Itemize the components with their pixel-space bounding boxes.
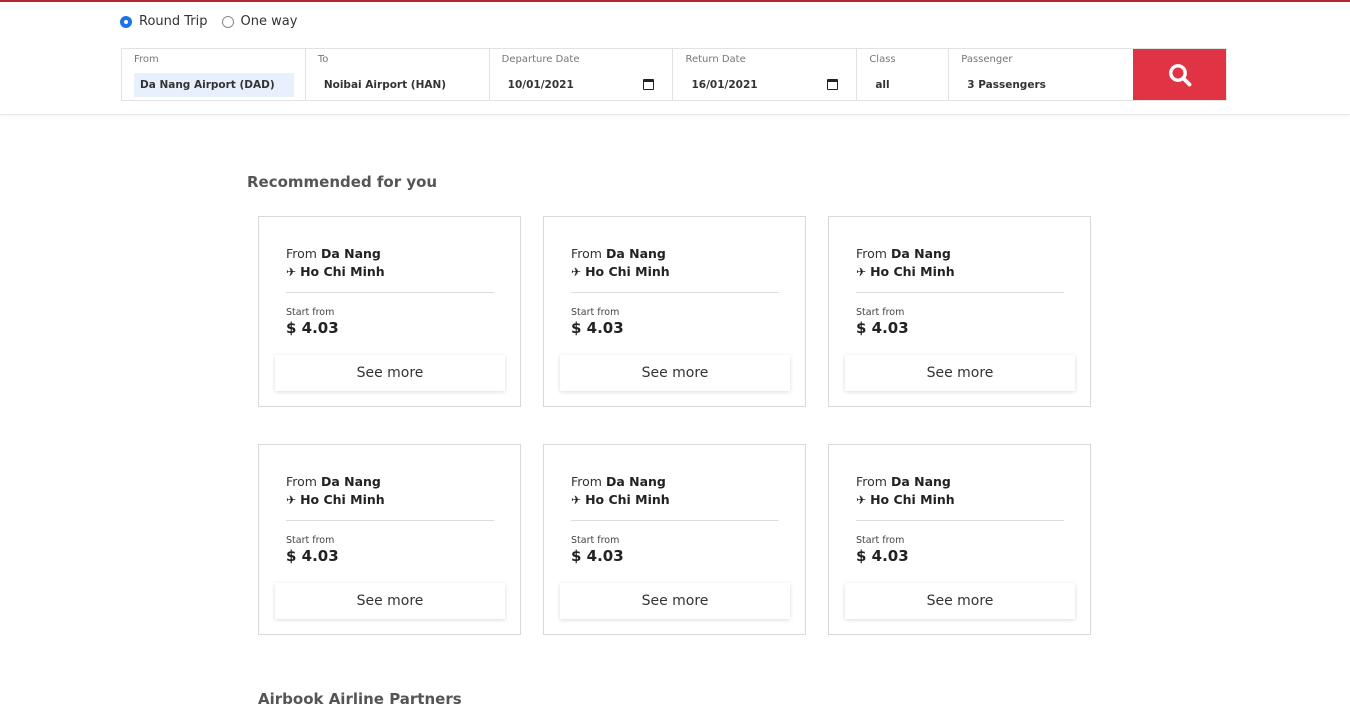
plane-icon: ✈ bbox=[856, 493, 867, 507]
flight-card: From Da Nang ✈ Ho Chi Minh Start from $ 4.03… bbox=[543, 216, 806, 407]
route-to: ✈ Ho Chi Minh bbox=[571, 263, 670, 281]
plane-icon: ✈ bbox=[856, 265, 867, 279]
see-more-button[interactable]: See more bbox=[275, 583, 505, 619]
from-city: Da Nang bbox=[605, 246, 666, 261]
route-from: From Da Nang bbox=[856, 245, 951, 263]
class-value[interactable]: all bbox=[869, 73, 889, 97]
to-label: To bbox=[317, 54, 329, 65]
class-field[interactable]: Class all bbox=[857, 49, 950, 100]
class-label: Class bbox=[869, 54, 896, 65]
see-more-button[interactable]: See more bbox=[560, 355, 790, 391]
to-field[interactable]: To Noibai Airport (HAN) bbox=[306, 49, 490, 100]
start-from-label: Start from bbox=[856, 307, 905, 318]
departure-date-value[interactable]: 10/01/2021 bbox=[502, 73, 574, 97]
search-button[interactable] bbox=[1133, 49, 1226, 100]
card-divider bbox=[856, 520, 1064, 521]
from-city: Da Nang bbox=[605, 474, 666, 489]
from-field[interactable]: From Da Nang Airport (DAD) bbox=[122, 49, 306, 100]
from-prefix: From bbox=[571, 246, 602, 261]
start-from-label: Start from bbox=[286, 535, 335, 546]
return-date-value[interactable]: 16/01/2021 bbox=[685, 73, 757, 97]
card-divider bbox=[571, 292, 779, 293]
from-label: From bbox=[134, 54, 159, 65]
card-divider bbox=[286, 292, 494, 293]
from-prefix: From bbox=[856, 474, 887, 489]
from-city: Da Nang bbox=[890, 474, 951, 489]
departure-date-field[interactable]: Departure Date 10/01/2021 bbox=[490, 49, 674, 100]
from-city: Da Nang bbox=[890, 246, 951, 261]
flight-card: From Da Nang ✈ Ho Chi Minh Start from $ 4.03… bbox=[258, 216, 521, 407]
route-to: ✈ Ho Chi Minh bbox=[286, 263, 385, 281]
flight-card: From Da Nang ✈ Ho Chi Minh Start from $ 4.03… bbox=[828, 444, 1091, 635]
price: $ 4.03 bbox=[856, 547, 909, 565]
radio-unchecked-icon[interactable] bbox=[221, 15, 234, 28]
card-divider bbox=[571, 520, 779, 521]
price: $ 4.03 bbox=[571, 547, 624, 565]
price: $ 4.03 bbox=[571, 319, 624, 337]
departure-date-label: Departure Date bbox=[501, 54, 580, 65]
to-city: Ho Chi Minh bbox=[300, 492, 385, 507]
route-from: From Da Nang bbox=[286, 245, 381, 263]
see-more-button[interactable]: See more bbox=[560, 583, 790, 619]
partners-title: Airbook Airline Partners bbox=[258, 690, 462, 708]
flight-search-bar: From Da Nang Airport (DAD) To Noibai Air… bbox=[121, 48, 1227, 101]
plane-icon: ✈ bbox=[286, 493, 297, 507]
card-divider bbox=[856, 292, 1064, 293]
route-to: ✈ Ho Chi Minh bbox=[856, 263, 955, 281]
route-from: From Da Nang bbox=[571, 473, 666, 491]
see-more-button[interactable]: See more bbox=[275, 355, 505, 391]
plane-icon: ✈ bbox=[571, 493, 582, 507]
recommended-title: Recommended for you bbox=[247, 173, 438, 191]
from-prefix: From bbox=[286, 246, 317, 261]
to-city: Ho Chi Minh bbox=[300, 264, 385, 279]
to-city: Ho Chi Minh bbox=[585, 264, 670, 279]
passenger-value[interactable]: 3 Passengers bbox=[961, 73, 1046, 97]
passenger-field[interactable]: Passenger 3 Passengers bbox=[949, 49, 1133, 100]
trip-type-selector: Round Trip One way bbox=[120, 14, 311, 29]
flight-card: From Da Nang ✈ Ho Chi Minh Start from $ 4.03… bbox=[828, 216, 1091, 407]
round-trip-radio[interactable]: Round Trip bbox=[120, 14, 208, 29]
round-trip-label: Round Trip bbox=[139, 14, 208, 29]
from-value[interactable]: Da Nang Airport (DAD) bbox=[134, 73, 294, 97]
to-city: Ho Chi Minh bbox=[870, 492, 955, 507]
start-from-label: Start from bbox=[856, 535, 905, 546]
search-icon bbox=[1168, 63, 1191, 86]
plane-icon: ✈ bbox=[571, 265, 582, 279]
route-to: ✈ Ho Chi Minh bbox=[856, 491, 955, 509]
from-prefix: From bbox=[856, 246, 887, 261]
start-from-label: Start from bbox=[571, 535, 620, 546]
radio-checked-icon[interactable] bbox=[120, 15, 132, 28]
from-city: Da Nang bbox=[320, 246, 381, 261]
plane-icon: ✈ bbox=[286, 265, 297, 279]
search-header: Round Trip One way From Da Nang Airport … bbox=[0, 2, 1350, 115]
calendar-icon[interactable] bbox=[643, 79, 655, 90]
start-from-label: Start from bbox=[286, 307, 335, 318]
to-city: Ho Chi Minh bbox=[585, 492, 670, 507]
one-way-label: One way bbox=[240, 14, 298, 29]
return-date-field[interactable]: Return Date 16/01/2021 bbox=[673, 49, 858, 100]
return-date-label: Return Date bbox=[685, 54, 746, 65]
price: $ 4.03 bbox=[286, 547, 339, 565]
route-from: From Da Nang bbox=[286, 473, 381, 491]
from-prefix: From bbox=[571, 474, 602, 489]
start-from-label: Start from bbox=[571, 307, 620, 318]
from-prefix: From bbox=[286, 474, 317, 489]
route-from: From Da Nang bbox=[856, 473, 951, 491]
flight-card: From Da Nang ✈ Ho Chi Minh Start from $ 4.03… bbox=[543, 444, 806, 635]
from-city: Da Nang bbox=[320, 474, 381, 489]
to-city: Ho Chi Minh bbox=[870, 264, 955, 279]
see-more-button[interactable]: See more bbox=[845, 355, 1075, 391]
price: $ 4.03 bbox=[856, 319, 909, 337]
flight-card: From Da Nang ✈ Ho Chi Minh Start from $ 4.03… bbox=[258, 444, 521, 635]
one-way-radio[interactable]: One way bbox=[221, 14, 298, 29]
card-divider bbox=[286, 520, 494, 521]
route-to: ✈ Ho Chi Minh bbox=[571, 491, 670, 509]
see-more-button[interactable]: See more bbox=[845, 583, 1075, 619]
route-to: ✈ Ho Chi Minh bbox=[286, 491, 385, 509]
passenger-label: Passenger bbox=[961, 54, 1013, 65]
price: $ 4.03 bbox=[286, 319, 339, 337]
route-from: From Da Nang bbox=[571, 245, 666, 263]
to-value[interactable]: Noibai Airport (HAN) bbox=[318, 73, 446, 97]
calendar-icon[interactable] bbox=[827, 79, 839, 90]
